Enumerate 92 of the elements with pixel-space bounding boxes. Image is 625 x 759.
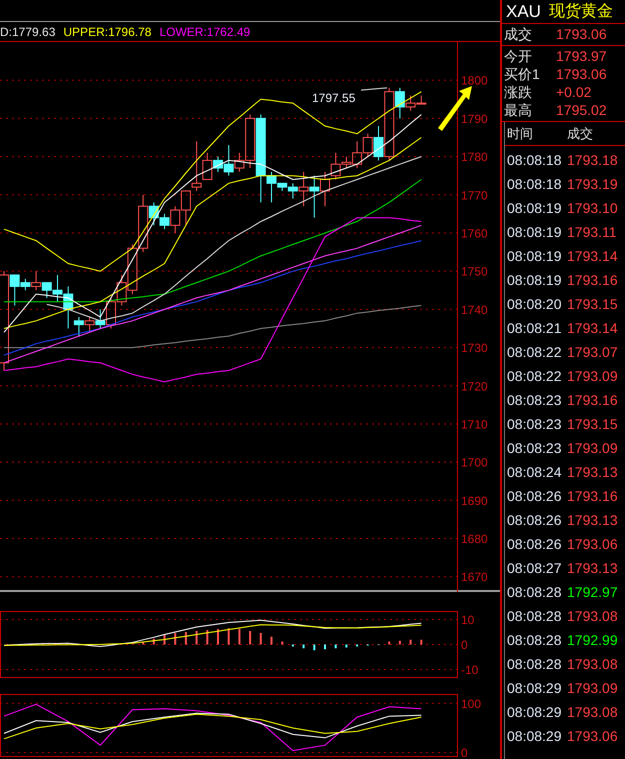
table-cell-text: 1793.09 <box>567 366 618 386</box>
table-cell-text: 08:08:23 <box>506 438 562 458</box>
axis-label: -10 <box>461 663 478 677</box>
table-cell-text: 1793.16 <box>567 270 618 290</box>
axis-label: 1800 <box>461 74 488 88</box>
axis-label: 100 <box>461 696 482 711</box>
table-cell-text: 1793.06 <box>567 726 618 746</box>
table-cell-text: 08:08:22 <box>506 342 562 362</box>
axis-label: 1730 <box>461 341 488 356</box>
axis-label: 1790 <box>461 112 488 126</box>
table-cell-text: 08:08:28 <box>506 606 562 626</box>
axis-label: 1680 <box>461 532 488 546</box>
table-cell-text: 08:08:20 <box>506 294 562 314</box>
table-cell-text: 1793.07 <box>567 342 618 362</box>
table-cell-text: 1793.09 <box>567 438 618 458</box>
table-cell-text: 08:08:19 <box>506 222 562 242</box>
table-cell-text: 1793.08 <box>567 702 618 722</box>
table-cell-text: 1793.09 <box>567 678 618 698</box>
table-cell-text: 1793.13 <box>567 510 618 530</box>
indicator-value: D:1779.63 <box>0 26 56 38</box>
axis-label: 1750 <box>461 264 488 279</box>
axis-label: 1710 <box>461 417 488 432</box>
table-cell-text: 08:08:28 <box>506 630 562 650</box>
axis-label: 1740 <box>461 302 488 317</box>
table-cell-text: 08:08:27 <box>506 558 562 578</box>
table-cell-text: 1793.15 <box>567 414 618 434</box>
quote-value: 1793.97 <box>556 46 607 66</box>
indicator-value: UPPER:1796.78 <box>63 26 152 38</box>
table-cell-text: 1793.14 <box>567 246 618 266</box>
column-header: 时间 <box>506 124 534 143</box>
candle <box>180 190 191 226</box>
table-cell-text: 1792.97 <box>567 582 618 602</box>
table-cell-text: 1793.13 <box>567 558 618 578</box>
quote-label: 成交 <box>503 25 533 44</box>
table-cell-text: 08:08:29 <box>506 702 562 722</box>
table-cell-text: 1793.16 <box>567 390 618 410</box>
table-cell-text: 08:08:18 <box>506 150 562 170</box>
table-cell-text: 08:08:19 <box>506 246 562 266</box>
table-cell-text: 08:08:26 <box>506 486 562 506</box>
axis-label: 10 <box>461 613 474 627</box>
table-cell-text: 08:08:24 <box>506 462 562 482</box>
table-cell-text: 08:08:29 <box>506 678 562 698</box>
candle <box>320 171 330 207</box>
quote-value: +0.02 <box>556 82 592 102</box>
quote-label: 涨跌 <box>503 82 533 102</box>
axis-label: 1770 <box>461 188 488 202</box>
table-cell-text: 08:08:22 <box>506 366 562 386</box>
quote-label: 今开 <box>503 46 533 66</box>
symbol: XAU <box>506 3 541 20</box>
instrument-name: 现货黄金 <box>548 4 613 20</box>
axis-label: 0 <box>461 638 468 652</box>
axis-label: 1690 <box>461 494 488 508</box>
table-cell-text: 1793.14 <box>567 318 618 338</box>
column-header: 成交 <box>567 124 593 143</box>
candle <box>309 175 320 218</box>
table-cell-text: 08:08:28 <box>506 582 562 602</box>
quote-value: 1793.06 <box>556 25 607 44</box>
quote-label: 最高 <box>503 100 533 120</box>
table-cell-text: 08:08:19 <box>506 198 562 218</box>
axis-label: 0 <box>461 746 468 757</box>
table-cell-text: 08:08:28 <box>506 654 562 674</box>
table-cell-text: 1793.18 <box>567 150 618 170</box>
axis-label: 1670 <box>461 570 488 584</box>
table-cell-text: 1793.08 <box>567 654 618 674</box>
table-cell-text: 1793.10 <box>567 198 618 218</box>
table-cell-text: 08:08:26 <box>506 534 562 554</box>
price-annotation: 1797.55 <box>312 92 356 104</box>
table-cell-text: 08:08:26 <box>506 510 562 530</box>
table-cell-text: 08:08:21 <box>506 318 562 338</box>
table-cell-text: 1793.19 <box>567 174 618 194</box>
table-cell-text: 08:08:19 <box>506 270 562 290</box>
table-cell-text: 1793.13 <box>567 462 618 482</box>
quote-value: 1795.02 <box>556 100 607 120</box>
table-cell-text: 08:08:23 <box>506 414 562 434</box>
table-cell-text: 1793.15 <box>567 294 618 314</box>
candle <box>84 316 95 333</box>
axis-label: 1700 <box>461 456 488 470</box>
axis-label: 1720 <box>461 379 488 394</box>
table-cell-text: 1793.11 <box>567 222 617 242</box>
table-cell-text: 08:08:18 <box>506 174 562 194</box>
quote-label: 买价1 <box>503 64 541 84</box>
axis-label: 1760 <box>461 226 488 240</box>
leader-line <box>360 87 388 91</box>
table-cell-text: 1792.99 <box>567 630 618 650</box>
table-cell-text: 1793.16 <box>567 486 618 506</box>
axis-label: 1780 <box>461 150 488 164</box>
table-cell-text: 08:08:23 <box>506 390 562 410</box>
table-cell-text: 1793.08 <box>567 606 618 626</box>
table-cell-text: 1793.06 <box>567 534 618 554</box>
indicator-value: LOWER:1762.49 <box>159 26 250 38</box>
table-cell-text: 08:08:29 <box>506 726 562 746</box>
quote-value: 1793.06 <box>556 64 607 84</box>
